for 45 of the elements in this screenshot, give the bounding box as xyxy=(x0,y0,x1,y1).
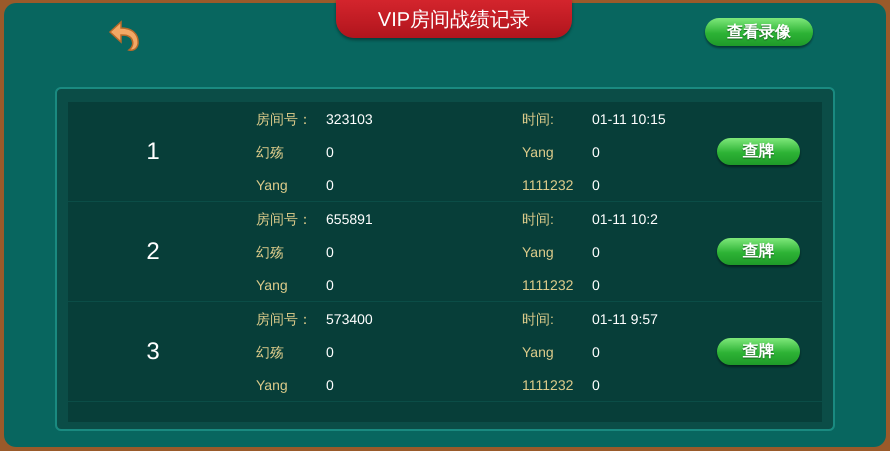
room-number: 573400 xyxy=(326,310,374,328)
view-cards-button[interactable]: 查牌 xyxy=(717,138,800,165)
player-score: 0 xyxy=(592,376,601,392)
room-label: 房间号： xyxy=(256,110,313,128)
player-name: 幻殇 xyxy=(256,144,285,162)
time-label: 时间: xyxy=(522,110,555,128)
time-value: 01-11 10:15 xyxy=(592,110,667,128)
player-name: 1111232 xyxy=(522,176,574,192)
player-score: 0 xyxy=(592,176,601,192)
room-label: 房间号： xyxy=(256,210,313,228)
record-number: 3 xyxy=(145,338,161,366)
time-value: 01-11 10:2 xyxy=(592,210,659,228)
room-label: 房间号： xyxy=(256,310,313,328)
player-score: 0 xyxy=(326,276,335,292)
view-cards-button[interactable]: 查牌 xyxy=(717,338,800,365)
page-title: VIP房间战绩记录 xyxy=(336,0,572,38)
player-name: Yang xyxy=(522,344,555,362)
player-name: 幻殇 xyxy=(256,344,285,362)
view-cards-button[interactable]: 查牌 xyxy=(717,238,800,265)
player-score: 0 xyxy=(326,244,335,262)
room-number: 655891 xyxy=(326,210,374,228)
player-name: Yang xyxy=(256,376,289,392)
player-score: 0 xyxy=(592,344,601,362)
player-name: Yang xyxy=(256,276,289,292)
player-score: 0 xyxy=(592,276,601,292)
player-score: 0 xyxy=(326,144,335,162)
back-icon[interactable] xyxy=(106,20,142,52)
player-name: Yang xyxy=(522,144,555,162)
time-label: 时间: xyxy=(522,310,555,328)
player-name: Yang xyxy=(256,176,289,192)
time-label: 时间: xyxy=(522,210,555,228)
replay-button[interactable]: 查看录像 xyxy=(705,18,813,46)
player-name: 幻殇 xyxy=(256,244,285,262)
time-value: 01-11 9:57 xyxy=(592,310,659,328)
room-number: 323103 xyxy=(326,110,374,128)
player-score: 0 xyxy=(326,344,335,362)
player-score: 0 xyxy=(326,176,335,192)
player-score: 0 xyxy=(326,376,335,392)
player-name: 1111232 xyxy=(522,376,574,392)
player-name: 1111232 xyxy=(522,276,574,292)
record-number: 1 xyxy=(145,138,161,166)
record-number: 2 xyxy=(145,238,161,266)
player-score: 0 xyxy=(592,244,601,262)
player-name: Yang xyxy=(522,244,555,262)
player-score: 0 xyxy=(592,144,601,162)
